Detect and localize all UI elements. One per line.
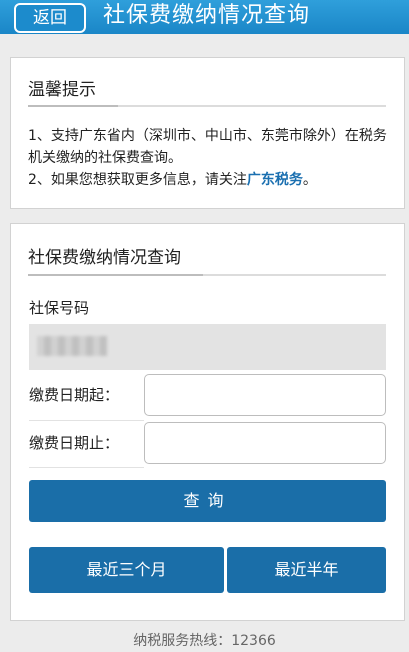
ss-number-label: 社保号码 (29, 299, 90, 317)
header-bar: 返回 社保费缴纳情况查询 (0, 0, 409, 34)
guangdong-tax-link[interactable]: 广东税务 (247, 172, 303, 188)
tip-line-2-suffix: 。 (302, 172, 317, 188)
back-button[interactable]: 返回 (14, 3, 86, 33)
query-divider (28, 274, 386, 276)
hotline-footer: 纳税服务热线：12366 (133, 633, 276, 649)
tips-text: 1、支持广东省内（深圳市、中山市、东莞市除外）在税务机关缴纳的社保费查询。 2、… (28, 125, 398, 191)
query-button[interactable]: 查询 (29, 480, 386, 522)
ss-number-field[interactable] (29, 324, 386, 370)
end-date-label: 缴费日期止： (29, 434, 120, 452)
ss-number-redacted (37, 336, 107, 356)
tip-line-2: 2、如果您想获取更多信息，请关注广东税务。 (28, 169, 398, 191)
page-title: 社保费缴纳情况查询 (103, 3, 311, 28)
tip-line-2-prefix: 2、如果您想获取更多信息，请关注 (28, 172, 247, 188)
start-date-input[interactable] (144, 374, 386, 416)
recent-3-months-button[interactable]: 最近三个月 (29, 547, 224, 593)
query-heading: 社保费缴纳情况查询 (28, 248, 181, 268)
tips-divider (28, 105, 386, 107)
tips-card: 温馨提示 1、支持广东省内（深圳市、中山市、东莞市除外）在税务机关缴纳的社保费查… (10, 57, 405, 209)
start-date-label: 缴费日期起： (29, 386, 120, 404)
tips-heading: 温馨提示 (28, 80, 96, 100)
start-row-divider (29, 420, 144, 421)
recent-6-months-button[interactable]: 最近半年 (227, 547, 386, 593)
end-row-divider (29, 467, 144, 468)
end-date-input[interactable] (144, 422, 386, 464)
tip-line-1: 1、支持广东省内（深圳市、中山市、东莞市除外）在税务机关缴纳的社保费查询。 (28, 128, 387, 166)
query-card: 社保费缴纳情况查询 社保号码 缴费日期起： 缴费日期止： 查询 最近三个月 最近… (10, 223, 405, 621)
